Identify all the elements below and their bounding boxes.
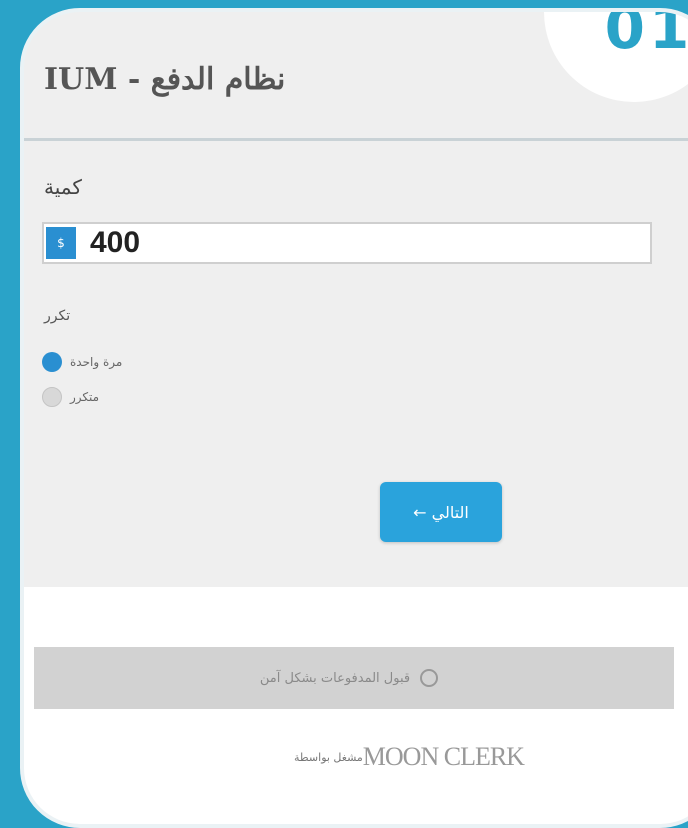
radio-one-time[interactable]: مرة واحدة	[42, 352, 122, 372]
radio-selected-icon[interactable]	[42, 352, 62, 372]
lock-icon	[420, 669, 439, 687]
powered-by[interactable]: مشغل بواسطة MOON CLERK	[294, 742, 525, 772]
currency-icon: $	[46, 227, 76, 259]
amount-label: كمية	[44, 175, 82, 199]
page-title: IUM - نظام الدفع	[44, 62, 286, 97]
amount-value[interactable]: 400	[90, 226, 140, 260]
radio-unselected-icon[interactable]	[42, 387, 62, 407]
brand-logo: MOON CLERK	[362, 742, 525, 771]
radio-label: متكرر	[70, 390, 100, 404]
step-badge: 01	[544, 8, 688, 102]
step-number: 01	[604, 8, 688, 62]
secure-text: قبول المدفوعات بشكل آمن	[259, 670, 411, 686]
amount-field[interactable]: $ 400	[42, 222, 652, 264]
footer-area: قبول المدفوعات بشكل آمن مشغل بواسطة MOON…	[24, 587, 688, 824]
header-divider	[24, 138, 688, 141]
powered-text: مشغل بواسطة	[294, 750, 363, 764]
frequency-label: تكرر	[44, 308, 71, 324]
radio-recurring[interactable]: متكرر	[42, 387, 99, 407]
radio-label: مرة واحدة	[70, 355, 123, 369]
secure-payments-bar: قبول المدفوعات بشكل آمن	[34, 647, 674, 709]
payment-card: 01 IUM - نظام الدفع كمية $ 400 تكرر مرة …	[20, 8, 688, 828]
next-button[interactable]: ← التالي	[380, 482, 502, 542]
